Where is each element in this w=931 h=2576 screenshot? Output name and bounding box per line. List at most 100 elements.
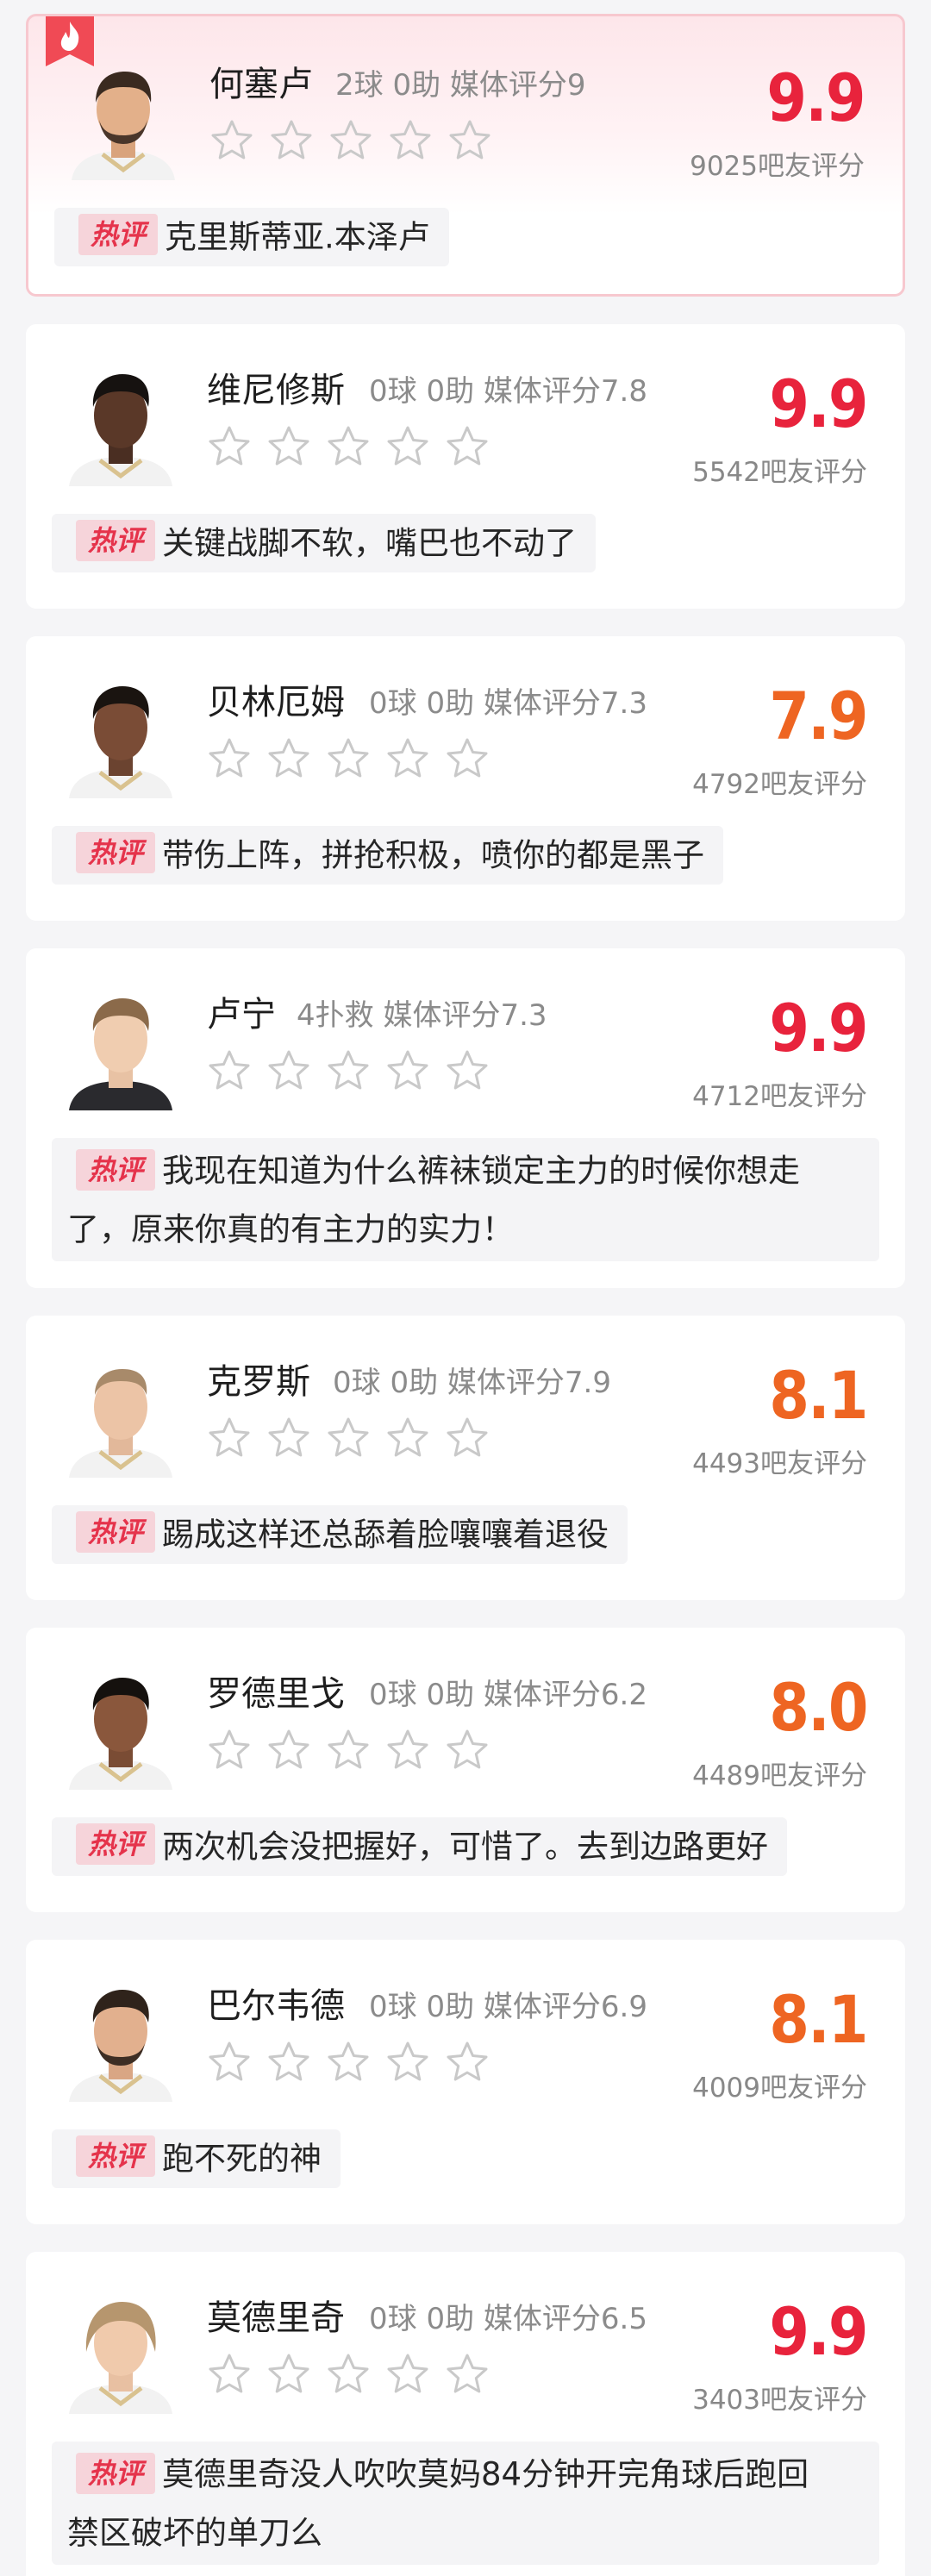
star-icon[interactable] <box>266 1048 311 1093</box>
fan-rating-count: 4712吧友评分 <box>692 1081 867 1112</box>
hot-comment[interactable]: 热评 两次机会没把握好，可惜了。去到边路更好 <box>52 1817 787 1876</box>
comment-text: 踢成这样还总舔着脸嚷嚷着退役 <box>162 1516 609 1554</box>
player-card[interactable]: 罗德里戈 0球 0助 媒体评分6.2 8.0 4489吧友评分 热评 两次机会没… <box>26 1628 905 1912</box>
star-icon[interactable] <box>445 2040 490 2085</box>
hot-comment-tag-label: 热评 <box>87 2140 147 2173</box>
player-match-stats: 0球 0助 媒体评分6.5 <box>369 2302 647 2336</box>
star-icon[interactable] <box>207 736 252 781</box>
star-icon[interactable] <box>207 1048 252 1093</box>
hot-comment[interactable]: 热评 跑不死的神 <box>52 2129 341 2188</box>
star-icon[interactable] <box>385 1728 430 1773</box>
star-icon[interactable] <box>385 2040 430 2085</box>
hot-comment-tag-label: 热评 <box>87 1154 147 1186</box>
star-icon[interactable] <box>385 424 430 469</box>
player-avatar-modric <box>69 2302 172 2414</box>
fan-score: 7.9 <box>769 678 869 754</box>
player-avatar-lunin <box>69 998 172 1110</box>
comment-text: 带伤上阵，拼抢积极，喷你的都是黑子 <box>162 836 704 874</box>
hot-comment[interactable]: 热评 我现在知道为什么裤袜锁定主力的时候你想走 了，原来你真的有主力的实力！ <box>52 1138 879 1261</box>
fan-rating-count: 3403吧友评分 <box>692 2385 867 2416</box>
player-avatar-rodrygo <box>69 1678 172 1790</box>
star-icon[interactable] <box>326 2352 371 2397</box>
fan-rating-count: 4792吧友评分 <box>692 769 867 800</box>
star-icon[interactable] <box>266 2040 311 2085</box>
player-card[interactable]: 巴尔韦德 0球 0助 媒体评分6.9 8.1 4009吧友评分 热评 跑不死的神 <box>26 1940 905 2224</box>
star-icon[interactable] <box>326 1728 371 1773</box>
hot-comment-tag: 热评 <box>76 831 155 873</box>
hot-comment-tag: 热评 <box>78 213 158 255</box>
star-rating-input[interactable] <box>207 1048 490 1093</box>
star-icon[interactable] <box>326 1416 371 1460</box>
fan-rating-count: 4009吧友评分 <box>692 2073 867 2104</box>
player-avatar-valverde <box>69 1990 172 2102</box>
comment-text: 跑不死的神 <box>162 2140 322 2178</box>
comment-text-line-1: 莫德里奇没人吹吹莫妈84分钟开完角球后跑回 <box>162 2455 809 2493</box>
hot-comment-tag-label: 热评 <box>87 524 147 557</box>
hot-comment-tag-label: 热评 <box>90 218 150 251</box>
star-icon[interactable] <box>385 1416 430 1460</box>
star-rating-input[interactable] <box>207 736 490 781</box>
player-match-stats: 4扑救 媒体评分7.3 <box>297 998 547 1033</box>
star-icon[interactable] <box>326 2040 371 2085</box>
star-rating-input[interactable] <box>207 1728 490 1773</box>
star-icon[interactable] <box>385 736 430 781</box>
star-icon[interactable] <box>207 1416 252 1460</box>
star-rating-input[interactable] <box>207 2352 490 2397</box>
star-icon[interactable] <box>445 1048 490 1093</box>
star-rating-input[interactable] <box>207 1416 490 1460</box>
star-icon[interactable] <box>326 1048 371 1093</box>
fan-score: 9.9 <box>769 990 869 1066</box>
hot-comment-tag: 热评 <box>76 2135 155 2177</box>
star-icon[interactable] <box>209 118 254 163</box>
star-icon[interactable] <box>207 424 252 469</box>
star-rating-input[interactable] <box>207 2040 490 2085</box>
star-icon[interactable] <box>266 1416 311 1460</box>
star-icon[interactable] <box>445 1728 490 1773</box>
player-card[interactable]: 贝林厄姆 0球 0助 媒体评分7.3 7.9 4792吧友评分 热评 带伤上阵，… <box>26 636 905 921</box>
comment-text: 关键战脚不软，嘴巴也不动了 <box>162 524 577 562</box>
hot-comment[interactable]: 热评 克里斯蒂亚.本泽卢 <box>54 208 449 266</box>
star-icon[interactable] <box>328 118 373 163</box>
star-icon[interactable] <box>326 736 371 781</box>
hot-comment[interactable]: 热评 关键战脚不软，嘴巴也不动了 <box>52 514 596 572</box>
player-avatar-vinicius <box>69 374 172 486</box>
fan-rating-count: 9025吧友评分 <box>690 151 865 182</box>
star-icon[interactable] <box>207 1728 252 1773</box>
hot-comment-tag: 热评 <box>76 1148 155 1191</box>
star-icon[interactable] <box>385 1048 430 1093</box>
player-card[interactable]: 莫德里奇 0球 0助 媒体评分6.5 9.9 3403吧友评分 热评 莫德里奇没… <box>26 2252 905 2576</box>
star-icon[interactable] <box>445 2352 490 2397</box>
star-icon[interactable] <box>269 118 314 163</box>
player-name: 卢宁 <box>207 995 276 1035</box>
star-icon[interactable] <box>385 2352 430 2397</box>
hot-comment-tag: 热评 <box>76 1823 155 1865</box>
hot-comment[interactable]: 热评 莫德里奇没人吹吹莫妈84分钟开完角球后跑回 禁区破坏的单刀么 <box>52 2442 879 2565</box>
comment-text: 两次机会没把握好，可惜了。去到边路更好 <box>162 1828 768 1866</box>
star-icon[interactable] <box>445 424 490 469</box>
star-icon[interactable] <box>266 424 311 469</box>
star-icon[interactable] <box>326 424 371 469</box>
player-card[interactable]: 维尼修斯 0球 0助 媒体评分7.8 9.9 5542吧友评分 热评 关键战脚不… <box>26 324 905 609</box>
hot-comment-tag-label: 热评 <box>87 1516 147 1548</box>
star-icon[interactable] <box>445 736 490 781</box>
hot-comment[interactable]: 热评 踢成这样还总舔着脸嚷嚷着退役 <box>52 1505 628 1564</box>
hot-comment[interactable]: 热评 带伤上阵，拼抢积极，喷你的都是黑子 <box>52 826 723 885</box>
player-card[interactable]: 克罗斯 0球 0助 媒体评分7.9 8.1 4493吧友评分 热评 踢成这样还总… <box>26 1316 905 1600</box>
player-card[interactable]: 何塞卢 2球 0助 媒体评分9 9.9 9025吧友评分 热评 克里斯蒂亚.本泽… <box>26 14 905 297</box>
star-icon[interactable] <box>445 1416 490 1460</box>
fan-rating-count: 5542吧友评分 <box>692 457 867 488</box>
hot-comment-tag-label: 热评 <box>87 2457 147 2490</box>
star-icon[interactable] <box>266 1728 311 1773</box>
star-rating-input[interactable] <box>207 424 490 469</box>
star-rating-input[interactable] <box>209 118 492 163</box>
star-icon[interactable] <box>266 2352 311 2397</box>
star-icon[interactable] <box>207 2040 252 2085</box>
star-icon[interactable] <box>447 118 492 163</box>
star-icon[interactable] <box>266 736 311 781</box>
star-icon[interactable] <box>207 2352 252 2397</box>
fan-score: 8.1 <box>769 1357 869 1434</box>
player-avatar-bellingham <box>69 686 172 798</box>
player-card[interactable]: 卢宁 4扑救 媒体评分7.3 9.9 4712吧友评分 热评 我现在知道为什么裤… <box>26 948 905 1288</box>
player-match-stats: 0球 0助 媒体评分7.9 <box>333 1366 611 1400</box>
star-icon[interactable] <box>388 118 433 163</box>
